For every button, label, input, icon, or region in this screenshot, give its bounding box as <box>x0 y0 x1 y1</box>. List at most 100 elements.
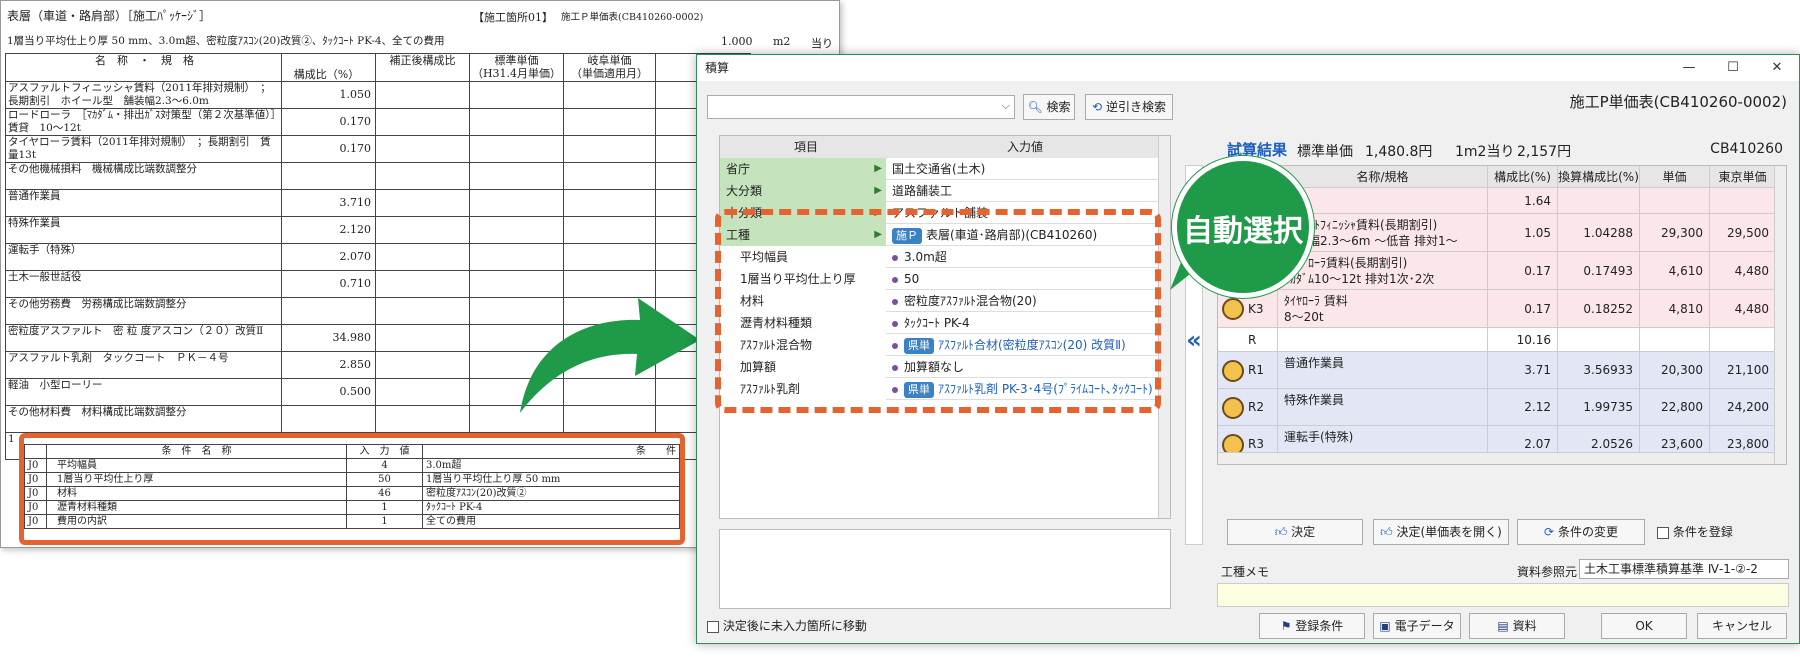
breakdown-row[interactable]: R 10.16 <box>1218 328 1786 352</box>
doc-item-ratio: 0.710 <box>281 270 376 298</box>
grid-value[interactable]: 密粒度ｱｽﾌｧﾙﾄ混合物(20) <box>888 290 1158 312</box>
search-button[interactable]: 🔍︎ 検索 <box>1023 94 1075 120</box>
electronic-data-button[interactable]: ▣ 電子データ <box>1373 613 1461 639</box>
grid-row[interactable]: 1層当り平均仕上り厚 50 <box>720 268 1160 290</box>
row-code: R1 <box>1248 363 1264 377</box>
doc-table-header: 構成比（%） <box>281 53 376 82</box>
doc-empty-cell <box>375 405 470 433</box>
breakdown-row[interactable]: R2 特殊作業員 2.12 1.99735 22,800 24,200 <box>1218 389 1786 426</box>
doc-empty-cell <box>375 324 470 352</box>
change-condition-button[interactable]: ⟳ 条件の変更 <box>1517 519 1645 545</box>
per-unit-label: 1m2当り <box>1455 144 1515 160</box>
grid-row[interactable]: ｱｽﾌｧﾙﾄ混合物 県単 ｱｽﾌｧﾙﾄ合材(密粒度ｱｽｺﾝ(20) 改質Ⅱ) <box>720 334 1160 356</box>
std-price-label: 標準単価 <box>1297 144 1353 160</box>
bullet-icon <box>892 342 898 349</box>
horizontal-scrollbar[interactable] <box>1218 452 1786 464</box>
grid-key: 材料 <box>720 290 886 312</box>
grid-row[interactable]: 省庁 ▶ 国土交通省(土木) <box>720 158 1160 180</box>
doc-item-ratio <box>281 297 376 325</box>
cond-name: 瀝青材料種類 <box>46 500 347 515</box>
header-conv-ratio: 換算構成比(%) <box>1558 166 1640 187</box>
grid-key-text: ｱｽﾌｧﾙﾄ混合物 <box>740 338 813 352</box>
breakdown-row[interactable]: K3 ﾀｲﾔﾛｰﾗ 賃料 8～20t 0.17 0.18252 4,810 4,480 <box>1218 290 1786 328</box>
row-conv-ratio: 1.04288 <box>1558 214 1640 251</box>
grid-row[interactable]: 瀝青材料種類 ﾀｯｸｺｰﾄ PK-4 <box>720 312 1160 334</box>
row-conv-ratio <box>1558 188 1640 213</box>
grid-value[interactable]: 50 <box>888 268 1158 290</box>
grid-value[interactable]: 加算額なし <box>888 356 1158 378</box>
row-name: 普通作業員 <box>1278 352 1488 388</box>
row-tokyo-price: 24,200 <box>1710 389 1776 425</box>
close-icon[interactable]: ✕ <box>1755 55 1799 81</box>
row-tokyo-price <box>1710 328 1776 351</box>
grid-value[interactable]: アスファルト舗装 <box>888 202 1158 224</box>
memo-input[interactable] <box>1217 583 1789 607</box>
grid-row[interactable]: ｱｽﾌｧﾙﾄ乳剤 県単 ｱｽﾌｧﾙﾄ乳剤 PK-3･4号(ﾌﾟﾗｲﾑｺｰﾄ､ﾀｯｸｺ… <box>720 378 1160 400</box>
grid-scrollbar[interactable] <box>1158 136 1170 518</box>
grid-row[interactable]: 工種 ▶ 施Ｐ 表層(車道･路肩部)(CB410260) <box>720 224 1160 246</box>
grid-key: 大分類 ▶ <box>720 180 886 202</box>
doc-item-ratio: 2.850 <box>281 351 376 379</box>
decide-label: 決定 <box>1291 525 1316 539</box>
grid-value[interactable]: ﾀｯｸｺｰﾄ PK-4 <box>888 312 1158 334</box>
cancel-button[interactable]: キャンセル <box>1697 613 1787 639</box>
minimize-icon[interactable]: — <box>1667 55 1711 81</box>
doc-item-name: 特殊作業員 <box>5 216 282 244</box>
expand-arrow-icon[interactable]: ▶ <box>874 202 882 224</box>
cond-value: 46 <box>346 486 423 501</box>
grid-value[interactable]: 施Ｐ 表層(車道･路肩部)(CB410260) <box>888 224 1158 246</box>
maximize-icon[interactable]: ☐ <box>1711 55 1755 81</box>
register-condition-checkbox[interactable]: 条件を登録 <box>1657 523 1733 540</box>
grid-row[interactable]: 加算額 加算額なし <box>720 356 1160 378</box>
ok-button[interactable]: OK <box>1601 613 1687 639</box>
grid-key-text: 瀝青材料種類 <box>740 316 813 330</box>
grid-row[interactable]: 大分類 ▶ 道路舗装工 <box>720 180 1160 202</box>
row-price: 29,300 <box>1640 214 1710 251</box>
grid-row[interactable]: 材料 密粒度ｱｽﾌｧﾙﾄ混合物(20) <box>720 290 1160 312</box>
search-input[interactable]: ⌵ <box>707 95 1015 119</box>
grid-key-text: ｱｽﾌｧﾙﾄ乳剤 <box>740 382 801 396</box>
grid-row[interactable]: 平均幅員 3.0m超 <box>720 246 1160 268</box>
registered-conditions-button[interactable]: ⚑ 登録条件 <box>1259 613 1365 639</box>
expand-arrow-icon[interactable]: ▶ <box>874 180 882 202</box>
grid-value-text: 密粒度ｱｽﾌｧﾙﾄ混合物(20) <box>904 294 1037 308</box>
grid-key: 工種 ▶ <box>720 224 886 246</box>
grid-value[interactable]: 3.0m超 <box>888 246 1158 268</box>
condition-grid: 項目 入力値 省庁 ▶ 国土交通省(土木) 大分類 ▶ 道路舗装工 中分類 ▶ アスファルト舗装… <box>719 135 1171 519</box>
move-unfilled-checkbox[interactable]: 決定後に未入力箇所に移動 <box>707 617 867 634</box>
reference-field[interactable]: 土木工事標準積算基準 Ⅳ-1-②-2 <box>1579 559 1789 579</box>
doc-item-ratio: 1.050 <box>281 81 376 109</box>
tag-badge: 県単 <box>904 337 934 354</box>
search-label: 検索 <box>1046 100 1071 114</box>
expand-arrow-icon[interactable]: ▶ <box>874 158 882 180</box>
documents-button[interactable]: ▤ 資料 <box>1469 613 1565 639</box>
chevron-down-icon[interactable]: ⌵ <box>1002 99 1010 113</box>
decide-button[interactable]: 👍︎ 決定 <box>1227 519 1363 545</box>
grid-key-text: 材料 <box>740 294 765 308</box>
reverse-search-button[interactable]: ⟲ 逆引き検索 <box>1085 94 1173 120</box>
header-ratio: 構成比(%) <box>1488 166 1558 187</box>
cond-row: J0 費用の内訳 1 全ての費用 <box>24 514 680 529</box>
row-name <box>1278 328 1488 351</box>
row-price <box>1640 328 1710 351</box>
grid-key-text: 平均幅員 <box>740 250 789 264</box>
result-code: CB410260 <box>1710 141 1783 157</box>
grid-row[interactable]: 中分類 ▶ アスファルト舗装 <box>720 202 1160 224</box>
grid-header-value: 入力値 <box>888 136 1158 158</box>
breakdown-row[interactable]: R1 普通作業員 3.71 3.56933 20,300 21,100 <box>1218 352 1786 389</box>
grid-value[interactable]: 国土交通省(土木) <box>888 158 1158 180</box>
vertical-scrollbar[interactable] <box>1774 166 1786 464</box>
grid-value[interactable]: 道路舗装工 <box>888 180 1158 202</box>
decide-open-button[interactable]: 👍︎ 決定(単価表を開く) <box>1373 519 1509 545</box>
checkbox-icon <box>1657 526 1669 539</box>
description-area <box>719 529 1171 609</box>
grid-key-text: 加算額 <box>740 360 777 374</box>
grid-value[interactable]: 県単 ｱｽﾌｧﾙﾄ合材(密粒度ｱｽｺﾝ(20) 改質Ⅱ) <box>888 334 1158 356</box>
tag-badge: 県単 <box>904 381 934 398</box>
row-code: R2 <box>1248 400 1264 414</box>
grid-key-text: 中分類 <box>726 206 763 220</box>
doc-condition: 1層当り平均仕上り厚 50 mm、3.0m超、密粒度ｱｽｺﾝ(20)改質②、ﾀｯ… <box>7 35 445 47</box>
expand-arrow-icon[interactable]: ▶ <box>874 224 882 246</box>
bullet-icon <box>892 298 898 305</box>
grid-value[interactable]: 県単 ｱｽﾌｧﾙﾄ乳剤 PK-3･4号(ﾌﾟﾗｲﾑｺｰﾄ､ﾀｯｸｺｰﾄ) <box>888 378 1158 400</box>
